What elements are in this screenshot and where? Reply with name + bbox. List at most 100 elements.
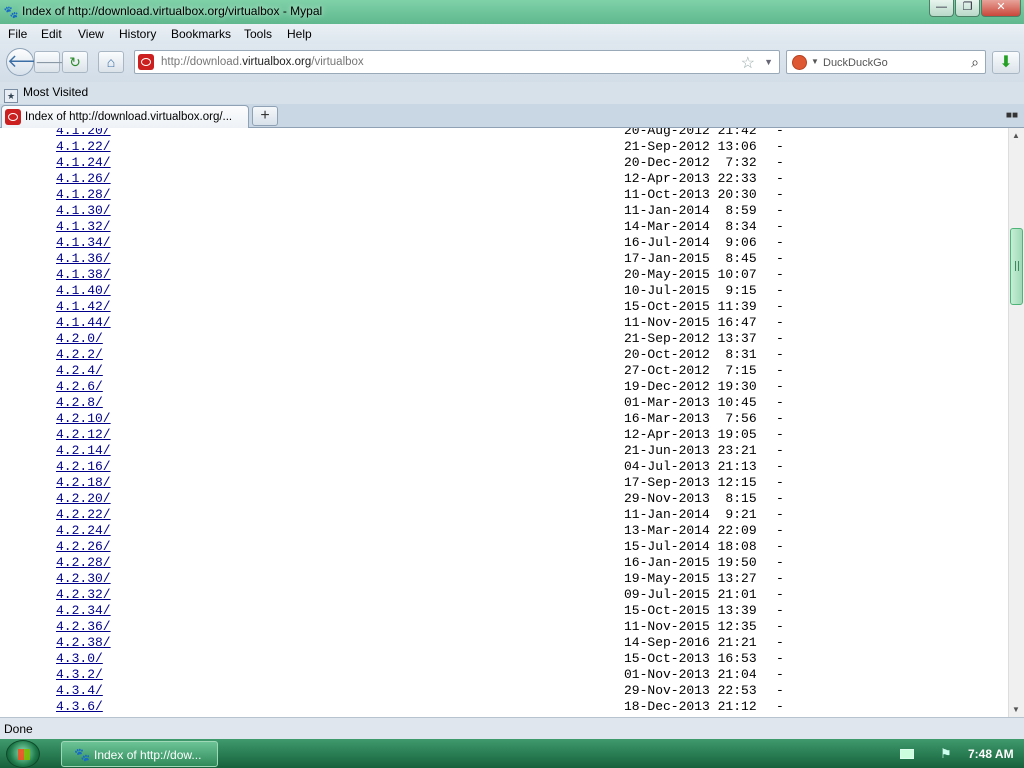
list-all-tabs-icon[interactable]: ■■ [1006,110,1018,121]
tab-active[interactable]: Index of http://download.virtualbox.org/… [1,105,249,128]
menu-bookmarks[interactable]: Bookmarks [171,27,231,41]
directory-link[interactable]: 4.2.12/ [56,427,111,443]
menu-help[interactable]: Help [287,27,312,41]
forward-button[interactable]: 🡒 [34,51,73,73]
directory-link[interactable]: 4.2.30/ [56,571,111,587]
directory-link[interactable]: 4.3.6/ [56,699,103,715]
directory-link[interactable]: 4.2.16/ [56,459,111,475]
directory-link[interactable]: 4.2.18/ [56,475,111,491]
directory-link[interactable]: 4.2.24/ [56,523,111,539]
action-center-flag-icon[interactable]: ⚑ [940,746,952,762]
menu-tools[interactable]: Tools [244,27,272,41]
directory-link[interactable]: 4.1.34/ [56,235,111,251]
modified-date: 12-Apr-2013 22:33 [624,171,757,186]
minimize-button[interactable]: — [929,0,954,17]
url-path: /virtualbox [311,56,364,68]
url-history-dropdown-icon[interactable]: ▼ [764,57,773,67]
directory-link[interactable]: 4.2.2/ [56,347,103,363]
scroll-thumb[interactable] [1010,228,1023,305]
listing-row: 4.3.4/29-Nov-2013 22:53 - [0,683,1008,699]
file-size: - [776,171,784,186]
directory-link[interactable]: 4.1.36/ [56,251,111,267]
close-button[interactable]: ✕ [981,0,1021,17]
reload-button[interactable]: ↻ [62,51,88,73]
menu-view[interactable]: View [78,27,104,41]
directory-link[interactable]: 4.2.20/ [56,491,111,507]
keyboard-icon[interactable] [900,749,914,759]
modified-date: 17-Jan-2015 8:45 [624,251,757,266]
directory-link[interactable]: 4.2.22/ [56,507,111,523]
directory-link[interactable]: 4.3.0/ [56,651,103,667]
search-icon[interactable]: ⌕ [971,54,979,71]
scroll-down-icon[interactable]: ▼ [1012,705,1020,714]
file-size: - [776,299,784,314]
home-button[interactable]: ⌂ [98,51,124,73]
directory-link[interactable]: 4.1.32/ [56,219,111,235]
modified-date: 11-Oct-2013 20:30 [624,187,757,202]
search-box[interactable]: ▼ DuckDuckGo ⌕ [786,50,986,74]
vertical-scrollbar[interactable]: ▲ ▼ [1008,128,1024,717]
listing-row: 4.3.6/18-Dec-2013 21:12 - [0,699,1008,715]
downloads-button[interactable]: ⬇ [992,51,1020,74]
menu-history[interactable]: History [119,27,156,41]
directory-link[interactable]: 4.2.14/ [56,443,111,459]
taskbar-item-browser[interactable]: 🐾 Index of http://dow... [61,741,218,767]
directory-link[interactable]: 4.2.6/ [56,379,103,395]
listing-row: 4.2.4/27-Oct-2012 7:15 - [0,363,1008,379]
directory-link[interactable]: 4.1.38/ [56,267,111,283]
mypal-app-icon: 🐾 [3,5,19,19]
url-bar[interactable]: http://download.virtualbox.org/virtualbo… [134,50,780,74]
listing-row: 4.1.42/15-Oct-2015 11:39 - [0,299,1008,315]
directory-link[interactable]: 4.1.24/ [56,155,111,171]
clock[interactable]: 7:48 AM [968,747,1014,761]
directory-link[interactable]: 4.2.34/ [56,603,111,619]
maximize-button[interactable]: ❐ [955,0,980,17]
directory-link[interactable]: 4.1.42/ [56,299,111,315]
listing-row: 4.2.10/16-Mar-2013 7:56 - [0,411,1008,427]
modified-date: 17-Sep-2013 12:15 [624,475,757,490]
duckduckgo-engine-icon[interactable] [792,55,807,70]
directory-link[interactable]: 4.2.4/ [56,363,103,379]
directory-link[interactable]: 4.2.10/ [56,411,111,427]
listing-row: 4.3.2/01-Nov-2013 21:04 - [0,667,1008,683]
file-size: - [776,235,784,250]
directory-link[interactable]: 4.2.0/ [56,331,103,347]
listing-row: 4.2.38/14-Sep-2016 21:21 - [0,635,1008,651]
back-button[interactable]: 🡐 [6,48,55,76]
start-button[interactable] [6,740,40,768]
directory-link[interactable]: 4.1.44/ [56,315,111,331]
directory-link[interactable]: 4.1.28/ [56,187,111,203]
directory-link[interactable]: 4.2.38/ [56,635,111,651]
site-favicon-icon [138,54,154,70]
file-size: - [776,683,784,698]
directory-link[interactable]: 4.3.2/ [56,667,103,683]
directory-link[interactable]: 4.1.20/ [56,128,111,139]
menu-edit[interactable]: Edit [41,27,62,41]
directory-link[interactable]: 4.1.40/ [56,283,111,299]
directory-link[interactable]: 4.2.8/ [56,395,103,411]
url-host: virtualbox.org [242,56,312,68]
modified-date: 21-Sep-2012 13:06 [624,139,757,154]
file-size: - [776,347,784,362]
directory-link[interactable]: 4.1.26/ [56,171,111,187]
directory-link[interactable]: 4.2.28/ [56,555,111,571]
modified-date: 15-Oct-2015 13:39 [624,603,757,618]
listing-row: 4.2.36/11-Nov-2015 12:35 - [0,619,1008,635]
bookmark-most-visited[interactable]: ★ Most Visited [4,85,88,103]
menu-file[interactable]: File [8,27,27,41]
directory-link[interactable]: 4.1.22/ [56,139,111,155]
scroll-up-icon[interactable]: ▲ [1012,131,1020,140]
listing-row: 4.2.14/21-Jun-2013 23:21 - [0,443,1008,459]
file-size: - [776,459,784,474]
bookmark-star-icon[interactable]: ☆ [741,53,755,73]
directory-link[interactable]: 4.2.26/ [56,539,111,555]
directory-link[interactable]: 4.2.32/ [56,587,111,603]
directory-link[interactable]: 4.1.30/ [56,203,111,219]
modified-date: 11-Jan-2014 9:21 [624,507,757,522]
directory-link[interactable]: 4.3.4/ [56,683,103,699]
url-text[interactable]: http://download.virtualbox.org/virtualbo… [161,56,364,68]
directory-link[interactable]: 4.2.36/ [56,619,111,635]
modified-date: 16-Jul-2014 9:06 [624,235,757,250]
engine-dropdown-icon[interactable]: ▼ [811,57,819,66]
new-tab-button[interactable]: + [252,106,278,126]
